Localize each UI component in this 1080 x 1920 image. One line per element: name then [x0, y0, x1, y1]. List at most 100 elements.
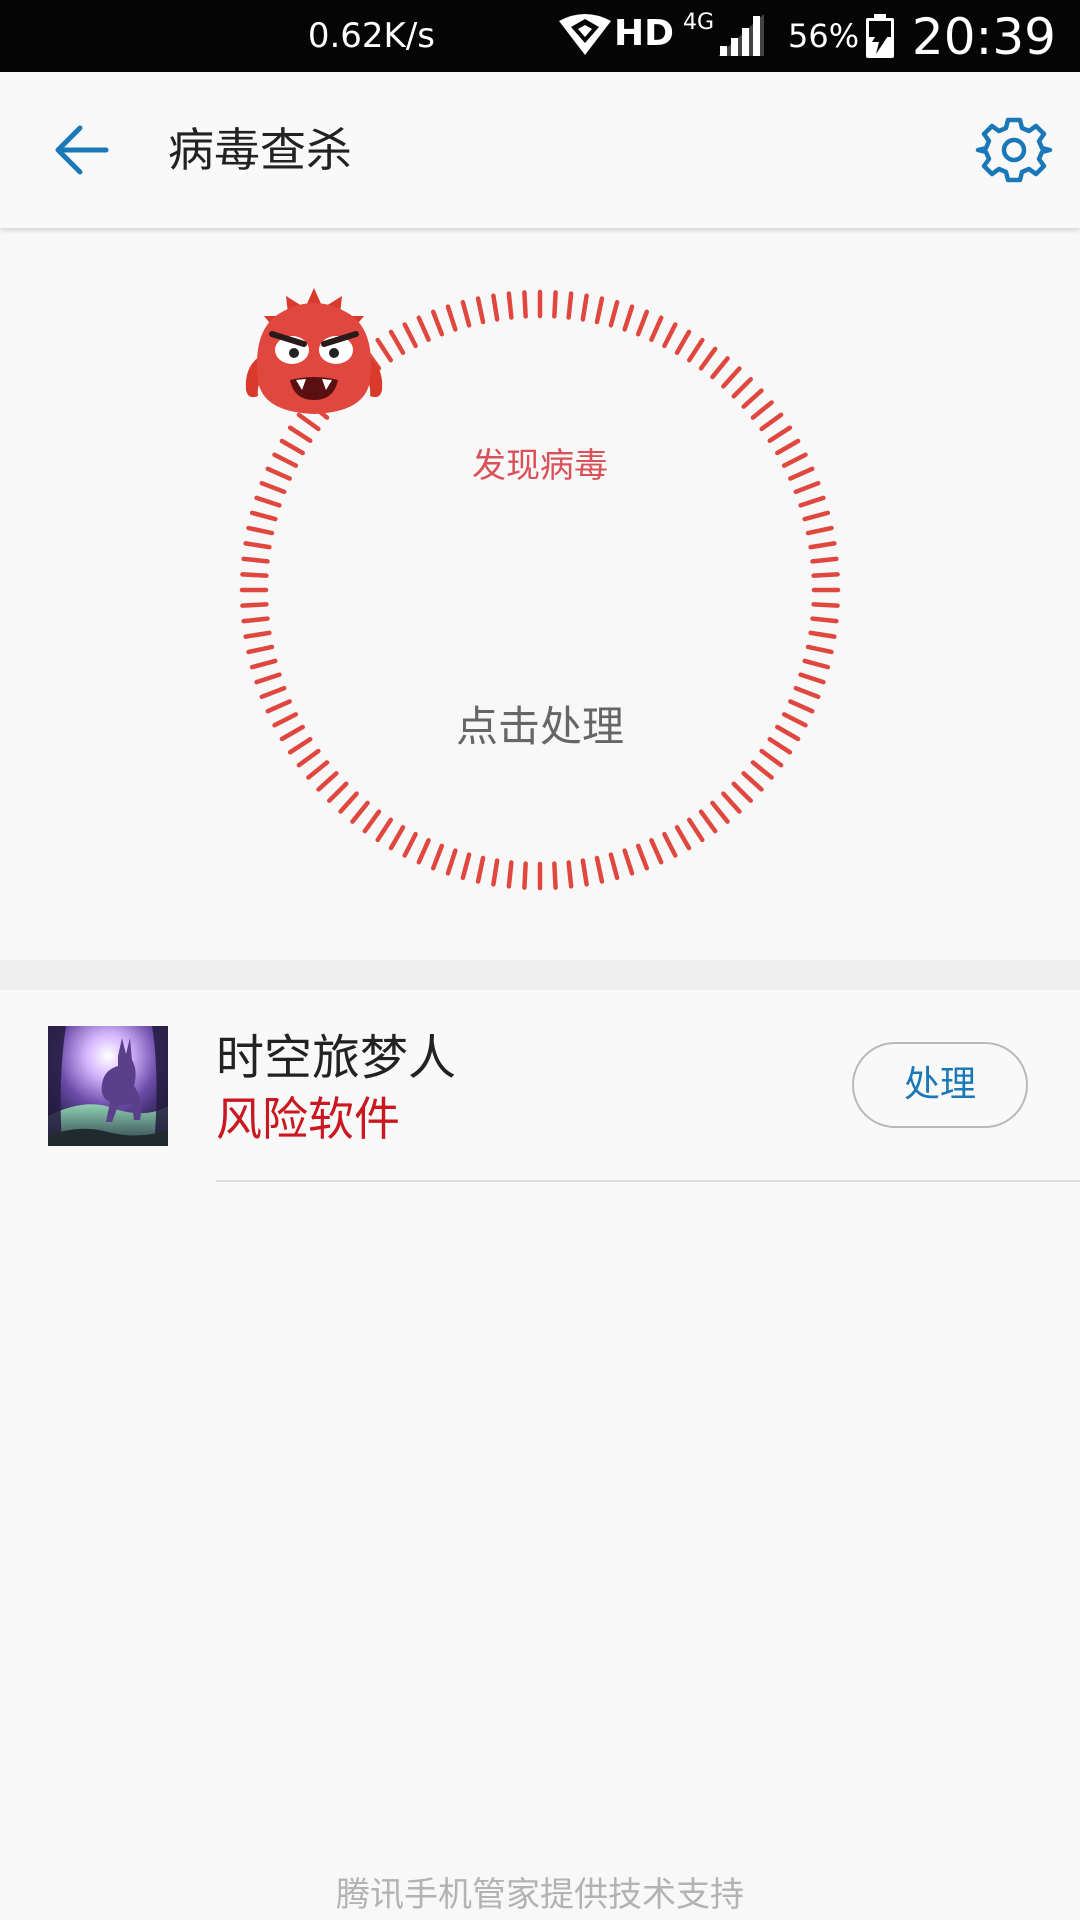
ring-tick	[750, 400, 774, 420]
ring-tick	[254, 495, 282, 508]
ring-tick	[566, 860, 574, 889]
scan-result-ring[interactable]: 发现病毒 点击处理	[238, 288, 842, 892]
ring-tick	[731, 377, 753, 399]
ring-tick	[594, 296, 605, 325]
ring-tick	[686, 817, 705, 843]
ring-tick	[635, 843, 650, 871]
ring-tick	[662, 322, 678, 349]
ring-tick	[338, 791, 359, 814]
ring-tick	[243, 630, 272, 639]
ring-tick	[475, 296, 486, 325]
ring-tick	[608, 299, 620, 328]
ring-tick	[662, 831, 678, 858]
ring-tick	[306, 760, 330, 780]
handle-button[interactable]: 处理	[852, 1042, 1028, 1128]
ring-tick	[491, 858, 500, 887]
tap-to-handle-text: 点击处理	[455, 702, 624, 751]
ring-tick	[721, 366, 742, 389]
ring-tick	[475, 855, 486, 884]
network-speed: 0.62K/s	[307, 16, 435, 56]
ring-tick	[240, 602, 269, 608]
ring-tick	[249, 510, 278, 522]
ring-tick	[445, 848, 458, 876]
ring-tick	[506, 291, 514, 320]
gear-icon	[975, 117, 1053, 183]
battery-charging-icon	[866, 14, 894, 58]
ring-tick	[402, 831, 418, 858]
back-arrow-icon	[55, 125, 109, 175]
ring-tick	[580, 858, 589, 887]
ring-tick	[808, 541, 837, 550]
ring-tick	[798, 495, 826, 508]
ring-tick	[522, 290, 528, 319]
ring-tick	[698, 346, 718, 371]
ring-tick	[805, 525, 834, 536]
wifi-icon	[559, 14, 611, 55]
app-name: 时空旅梦人	[216, 1030, 457, 1086]
ring-tick	[798, 672, 826, 685]
ring-tick	[259, 685, 287, 700]
ring-tick	[430, 309, 445, 337]
ring-tick	[811, 602, 840, 608]
ring-tick	[506, 860, 514, 889]
ring-tick	[608, 852, 620, 881]
list-divider	[216, 1180, 1080, 1182]
battery-percent: 56%	[788, 17, 860, 55]
ring-tick	[731, 781, 753, 803]
ring-tick	[635, 309, 650, 337]
hd-indicator: HD	[614, 13, 675, 54]
ring-tick	[430, 843, 445, 871]
ring-tick	[674, 329, 692, 355]
ring-tick	[241, 616, 270, 624]
ring-tick	[416, 315, 431, 342]
settings-button[interactable]	[974, 110, 1054, 190]
back-button[interactable]	[40, 118, 130, 182]
ring-tick	[741, 771, 764, 792]
ring-tick	[767, 425, 793, 444]
ring-tick	[566, 291, 574, 320]
ring-tick	[552, 290, 558, 319]
ring-tick	[750, 760, 774, 780]
ring-tick	[710, 356, 730, 380]
network-type: 4G	[683, 10, 715, 35]
ring-tick	[522, 861, 528, 890]
ring-tick	[649, 838, 664, 865]
ring-tick	[246, 644, 275, 655]
ring-tick	[552, 861, 558, 890]
ring-tick	[491, 293, 500, 322]
ring-tick	[594, 855, 605, 884]
virus-mascot-icon	[245, 288, 383, 414]
ring-tick	[316, 771, 339, 792]
ring-tick	[810, 616, 839, 624]
ring-tick	[686, 337, 705, 363]
ring-tick	[793, 685, 821, 700]
ring-tick	[240, 572, 269, 578]
scan-status-text: 发现病毒	[472, 446, 608, 486]
ring-tick	[622, 848, 635, 876]
ring-tick	[698, 809, 718, 834]
ring-tick	[327, 781, 349, 803]
risk-label: 风险软件	[216, 1092, 400, 1146]
clock: 20:39	[911, 8, 1056, 66]
section-divider	[0, 960, 1080, 990]
ring-tick	[254, 672, 282, 685]
ring-tick	[241, 556, 270, 564]
ring-tick	[741, 388, 764, 409]
ring-tick	[388, 329, 406, 355]
status-bar: 0.62K/s HD 4G 56% 20:39	[0, 0, 1080, 72]
ring-tick	[243, 541, 272, 550]
app-bar: 病毒查杀	[0, 72, 1080, 228]
page-title: 病毒查杀	[168, 123, 352, 177]
ring-tick	[649, 315, 664, 342]
ring-tick	[802, 658, 831, 670]
ring-tick	[460, 852, 472, 881]
ring-tick	[362, 809, 382, 834]
ring-tick	[759, 412, 784, 432]
footer-credit: 腾讯手机管家提供技术支持	[336, 1875, 744, 1915]
list-item[interactable]: 时空旅梦人 风险软件 处理	[0, 990, 1080, 1182]
ring-tick	[810, 556, 839, 564]
ring-tick	[287, 425, 313, 444]
ring-tick	[622, 304, 635, 332]
ring-tick	[808, 630, 837, 639]
ring-tick	[375, 817, 394, 843]
